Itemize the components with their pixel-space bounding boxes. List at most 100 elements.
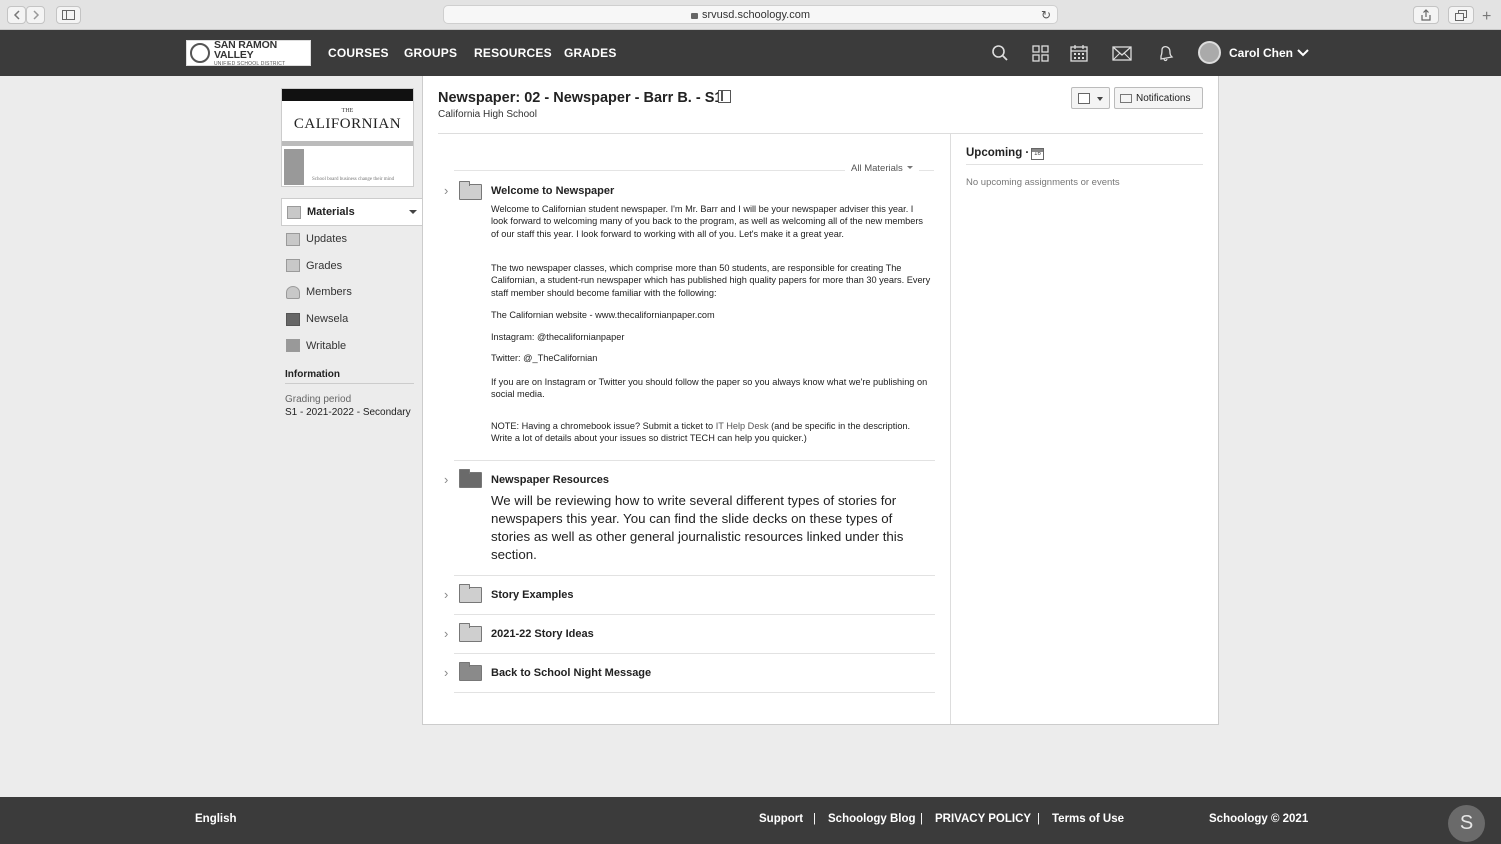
search-icon[interactable] xyxy=(989,43,1011,63)
nav-courses[interactable]: COURSES xyxy=(328,46,389,60)
course-sidebar-menu: Materials Updates Grades Members Newsela… xyxy=(281,198,423,359)
reload-icon[interactable]: ↻ xyxy=(1041,8,1051,22)
sidebar-item-newsela[interactable]: Newsela xyxy=(281,306,423,333)
upcoming-title: Upcoming xyxy=(966,147,1023,159)
back-button[interactable] xyxy=(7,6,26,24)
material-title[interactable]: 2021-22 Story Ideas xyxy=(491,628,594,640)
sidebar-item-label: Materials xyxy=(307,206,355,218)
newsela-icon xyxy=(286,312,300,326)
notifications-button[interactable]: Notifications xyxy=(1114,87,1203,109)
calendar-icon[interactable]: 16 xyxy=(1031,148,1044,160)
envelope-icon xyxy=(1120,93,1132,103)
forward-button[interactable] xyxy=(26,6,45,24)
material-divider xyxy=(454,614,935,615)
material-description: Twitter: @_TheCalifornian xyxy=(491,353,598,363)
expand-chevron-icon[interactable]: › xyxy=(444,473,448,486)
caret-down-icon xyxy=(1097,97,1103,101)
nav-grades[interactable]: GRADES xyxy=(564,46,617,60)
new-tab-button[interactable]: + xyxy=(1482,9,1491,25)
filter-label: All Materials xyxy=(851,163,903,174)
expand-chevron-icon[interactable]: › xyxy=(444,627,448,640)
course-image-title: CALIFORNIAN xyxy=(293,116,402,132)
sidebar-item-writable[interactable]: Writable xyxy=(281,332,423,359)
footer-link-blog[interactable]: Schoology Blog xyxy=(828,813,916,825)
expand-chevron-icon[interactable]: › xyxy=(444,184,448,197)
upcoming-heading: Upcoming · xyxy=(966,147,1030,159)
grading-period-value: S1 - 2021-2022 - Secondary xyxy=(285,407,411,418)
url-text: srvusd.schoology.com xyxy=(701,8,810,21)
mail-icon[interactable] xyxy=(1111,43,1133,63)
information-heading: Information xyxy=(285,369,414,384)
material-divider xyxy=(454,653,935,654)
grades-icon xyxy=(286,259,300,273)
material-title[interactable]: Story Examples xyxy=(491,589,574,601)
user-avatar[interactable] xyxy=(1198,41,1221,64)
tabs-button[interactable] xyxy=(1448,6,1474,24)
materials-filter-dropdown[interactable]: All Materials xyxy=(845,163,919,174)
sidebar-icon xyxy=(62,10,75,20)
chat-assistant-button[interactable]: S xyxy=(1448,805,1485,842)
footer-separator: | xyxy=(1037,813,1040,825)
folder-icon xyxy=(459,181,482,200)
footer-link-terms[interactable]: Terms of Use xyxy=(1052,813,1124,825)
chevron-left-icon xyxy=(13,10,20,20)
caret-down-icon[interactable] xyxy=(409,210,417,214)
sidebar-item-members[interactable]: Members xyxy=(281,279,423,306)
footer-separator: | xyxy=(813,813,816,825)
material-description: The two newspaper classes, which compris… xyxy=(491,263,931,298)
writable-icon xyxy=(286,339,300,353)
footer-link-privacy[interactable]: PRIVACY POLICY xyxy=(935,813,1031,825)
it-help-desk-link[interactable]: IT Help Desk xyxy=(716,421,769,431)
layout-icon xyxy=(1078,93,1090,104)
note-text: NOTE: Having a chromebook issue? Submit … xyxy=(491,421,716,431)
page-title: Newspaper: 02 - Newspaper - Barr B. - S1 xyxy=(438,90,723,106)
folder-icon xyxy=(459,584,482,603)
site-footer: English Support | Schoology Blog | PRIVA… xyxy=(0,797,1501,844)
notifications-label: Notifications xyxy=(1136,92,1191,104)
calendar-icon[interactable] xyxy=(1068,43,1090,63)
updates-icon xyxy=(286,232,300,246)
chevron-down-icon[interactable] xyxy=(1297,45,1309,59)
material-description: We will be reviewing how to write severa… xyxy=(491,493,904,562)
members-icon xyxy=(286,285,300,299)
apps-grid-icon[interactable] xyxy=(1029,43,1051,63)
expand-chevron-icon[interactable]: › xyxy=(444,666,448,679)
sidebar-toggle-button[interactable] xyxy=(56,6,81,24)
material-title[interactable]: Welcome to Newspaper xyxy=(491,185,614,197)
upcoming-divider xyxy=(966,164,1203,165)
district-logo[interactable]: SAN RAMON VALLEY UNIFIED SCHOOL DISTRICT xyxy=(186,39,311,67)
sidebar-item-label: Grades xyxy=(306,259,343,272)
material-description: Instagram: @thecalifornianpaper xyxy=(491,332,625,342)
logo-subtitle: UNIFIED SCHOOL DISTRICT xyxy=(214,60,286,67)
sidebar-item-grades[interactable]: Grades xyxy=(281,253,423,280)
caret-down-icon xyxy=(906,166,913,169)
address-bar[interactable]: srvusd.schoology.com ↻ xyxy=(443,5,1058,24)
folder-icon xyxy=(459,662,482,681)
share-button[interactable] xyxy=(1413,6,1439,24)
grading-period-label: Grading period xyxy=(285,394,352,405)
tabs-icon xyxy=(1455,9,1467,21)
sidebar-item-materials[interactable]: Materials xyxy=(281,198,423,226)
app-header: SAN RAMON VALLEY UNIFIED SCHOOL DISTRICT… xyxy=(0,30,1501,76)
expand-chevron-icon[interactable]: › xyxy=(444,588,448,601)
material-description: If you are on Instagram or Twitter you s… xyxy=(491,377,928,400)
nav-resources[interactable]: RESOURCES xyxy=(474,46,552,60)
sidebar-item-updates[interactable]: Updates xyxy=(281,226,423,253)
material-title[interactable]: Newspaper Resources xyxy=(491,474,609,486)
sidebar-item-label: Members xyxy=(306,286,352,299)
nav-groups[interactable]: GROUPS xyxy=(404,46,457,60)
chevron-right-icon xyxy=(32,10,39,20)
material-description: NOTE: Having a chromebook issue? Submit … xyxy=(491,420,931,445)
view-options-button[interactable] xyxy=(1071,87,1110,109)
upcoming-empty-message: No upcoming assignments or events xyxy=(966,177,1120,188)
notifications-bell-icon[interactable] xyxy=(1155,43,1177,63)
language-selector[interactable]: English xyxy=(195,813,237,825)
material-description: Welcome to Californian student newspaper… xyxy=(491,204,924,239)
material-divider xyxy=(454,692,935,693)
footer-link-support[interactable]: Support xyxy=(759,813,803,825)
sidebar-item-label: Writable xyxy=(306,339,347,352)
browser-toolbar: srvusd.schoology.com ↻ + xyxy=(0,0,1501,30)
district-seal-icon xyxy=(190,43,210,63)
material-title[interactable]: Back to School Night Message xyxy=(491,667,651,679)
user-name[interactable]: Carol Chen xyxy=(1229,46,1293,60)
